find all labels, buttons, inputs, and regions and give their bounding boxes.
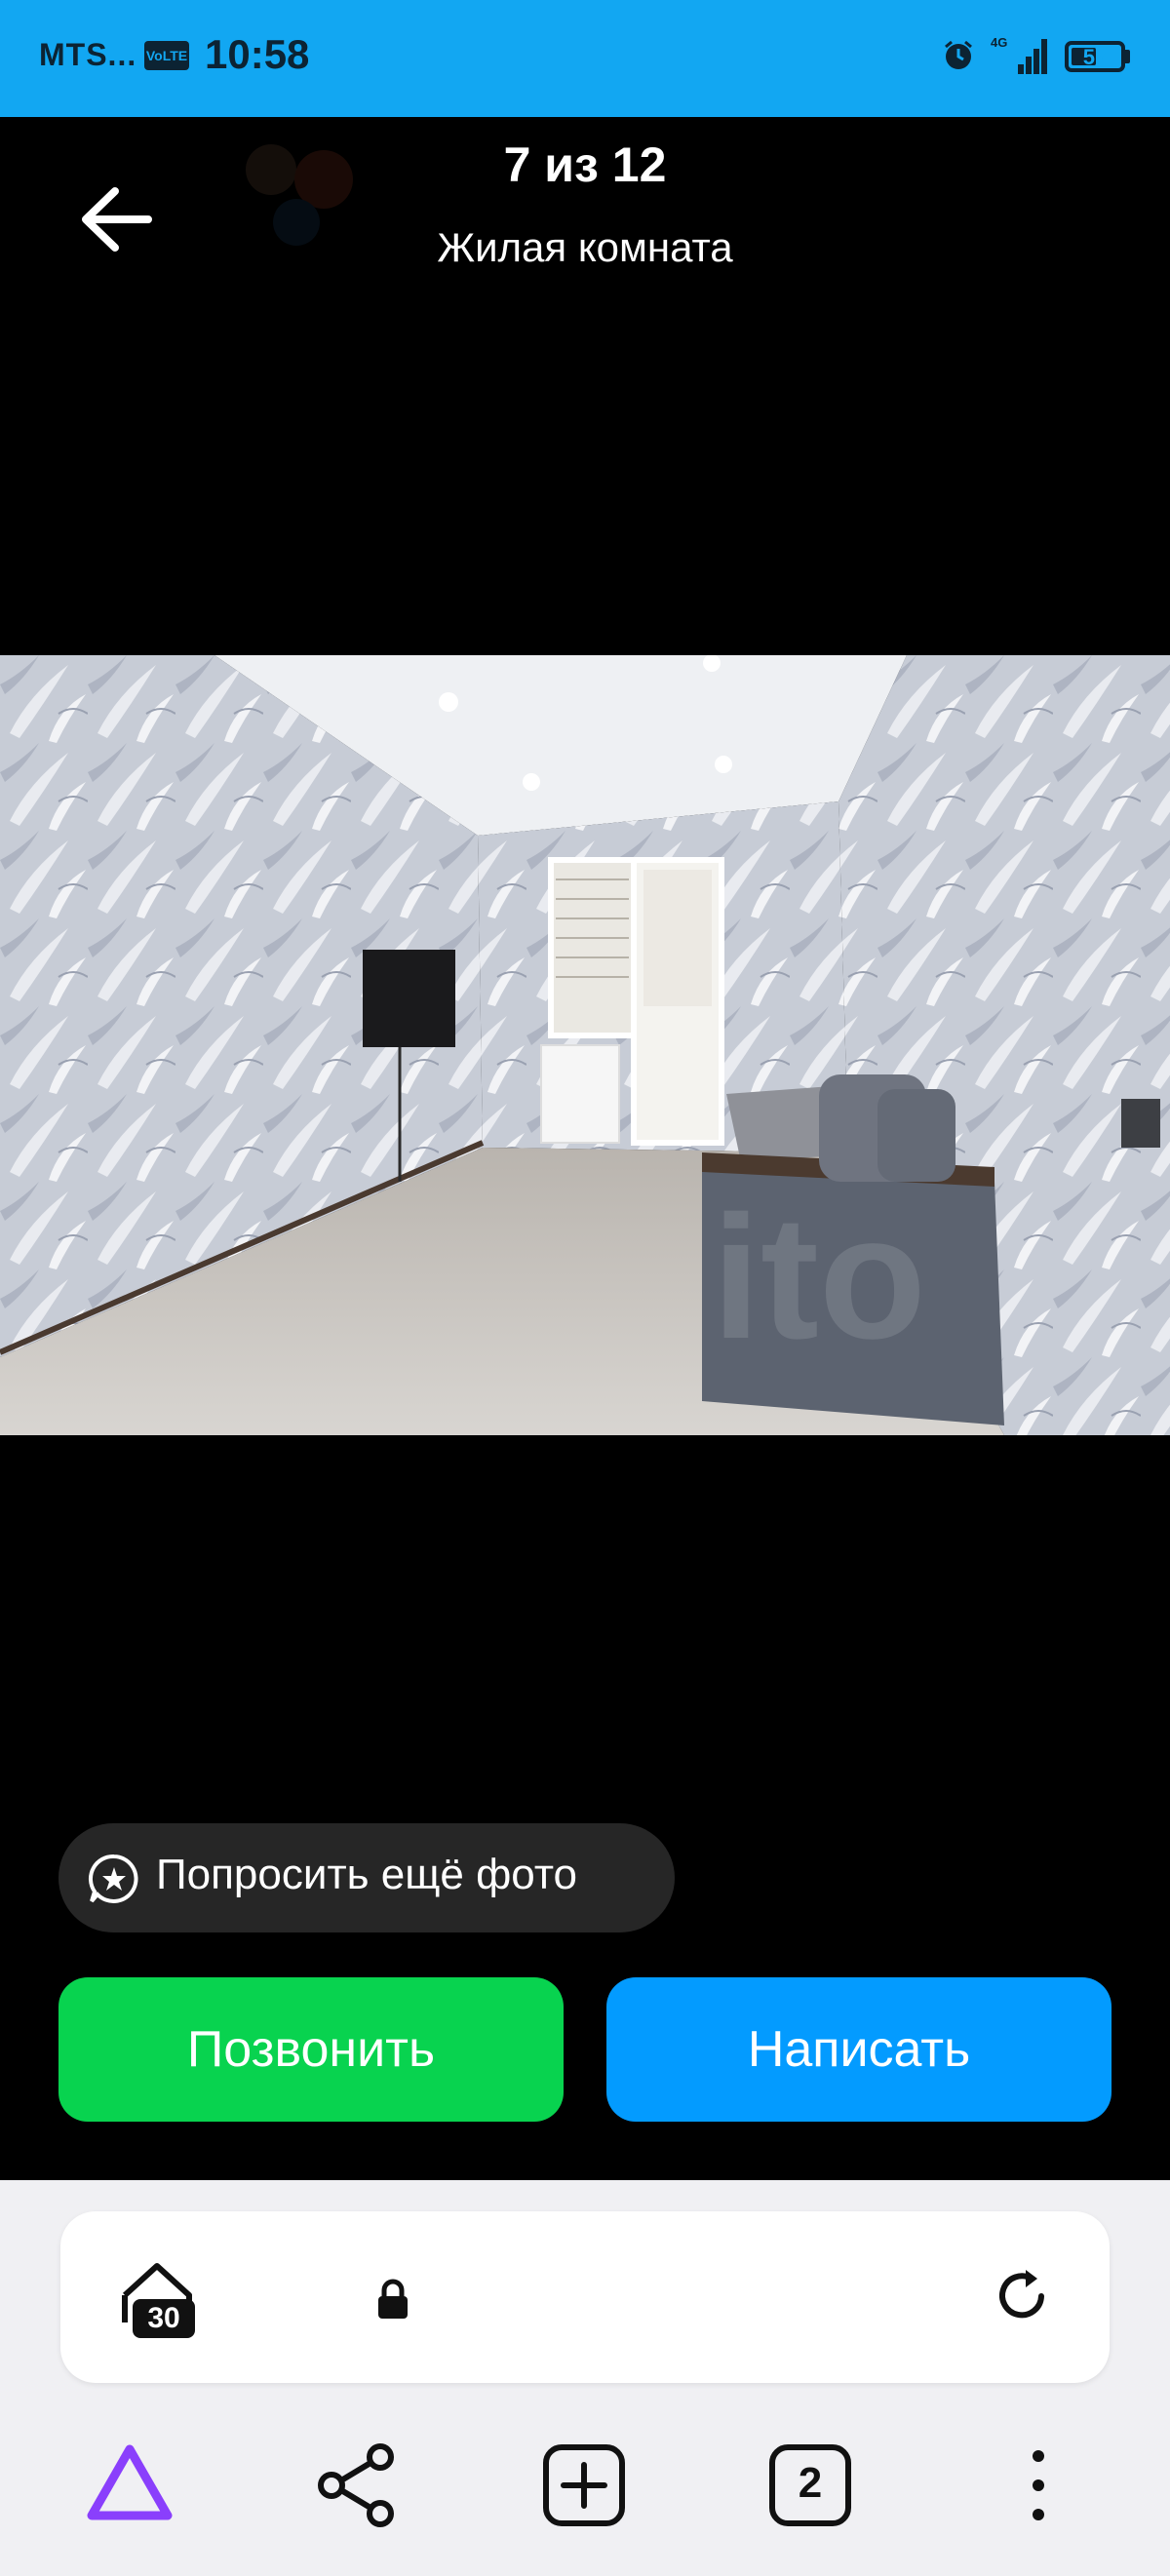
- listing-photo[interactable]: ito: [0, 655, 1170, 1435]
- battery-icon: 57: [1065, 41, 1125, 72]
- chat-star-icon: [89, 1854, 138, 1903]
- volte-badge: VoLTE: [144, 41, 189, 70]
- lock-icon: [378, 2279, 408, 2319]
- alarm-icon: [945, 40, 972, 69]
- call-button[interactable]: Позвонить: [58, 1977, 564, 2122]
- tabs-count: 2: [798, 2459, 823, 2507]
- back-arrow-icon[interactable]: [68, 176, 166, 263]
- more-icon[interactable]: [1014, 2441, 1063, 2529]
- status-bar: MTS... VoLTE 10:58 4G 57: [0, 0, 1170, 117]
- photo-caption: Жилая комната: [437, 224, 733, 270]
- carrier-name: MTS...: [39, 37, 137, 72]
- reload-icon[interactable]: [991, 2264, 1055, 2328]
- photo-counter: 7 из 12: [503, 137, 667, 192]
- alice-icon[interactable]: [86, 2441, 174, 2529]
- message-button[interactable]: Написать: [606, 1977, 1112, 2122]
- address-bar[interactable]: [60, 2211, 1110, 2383]
- protected-count: 30: [133, 2299, 195, 2338]
- signal-icon: 4G: [991, 35, 1047, 74]
- ask-more-photos-label: Попросить ещё фото: [156, 1851, 577, 1898]
- share-icon[interactable]: [314, 2441, 402, 2529]
- status-time: 10:58: [205, 31, 310, 77]
- battery-tip: [1125, 50, 1130, 63]
- ask-more-photos-button[interactable]: Попросить ещё фото: [58, 1823, 675, 1932]
- svg-text:ito: ito: [712, 1180, 926, 1376]
- network-type: 4G: [991, 35, 1007, 50]
- plus-icon[interactable]: [540, 2441, 628, 2529]
- battery-percent: 57: [1082, 45, 1108, 69]
